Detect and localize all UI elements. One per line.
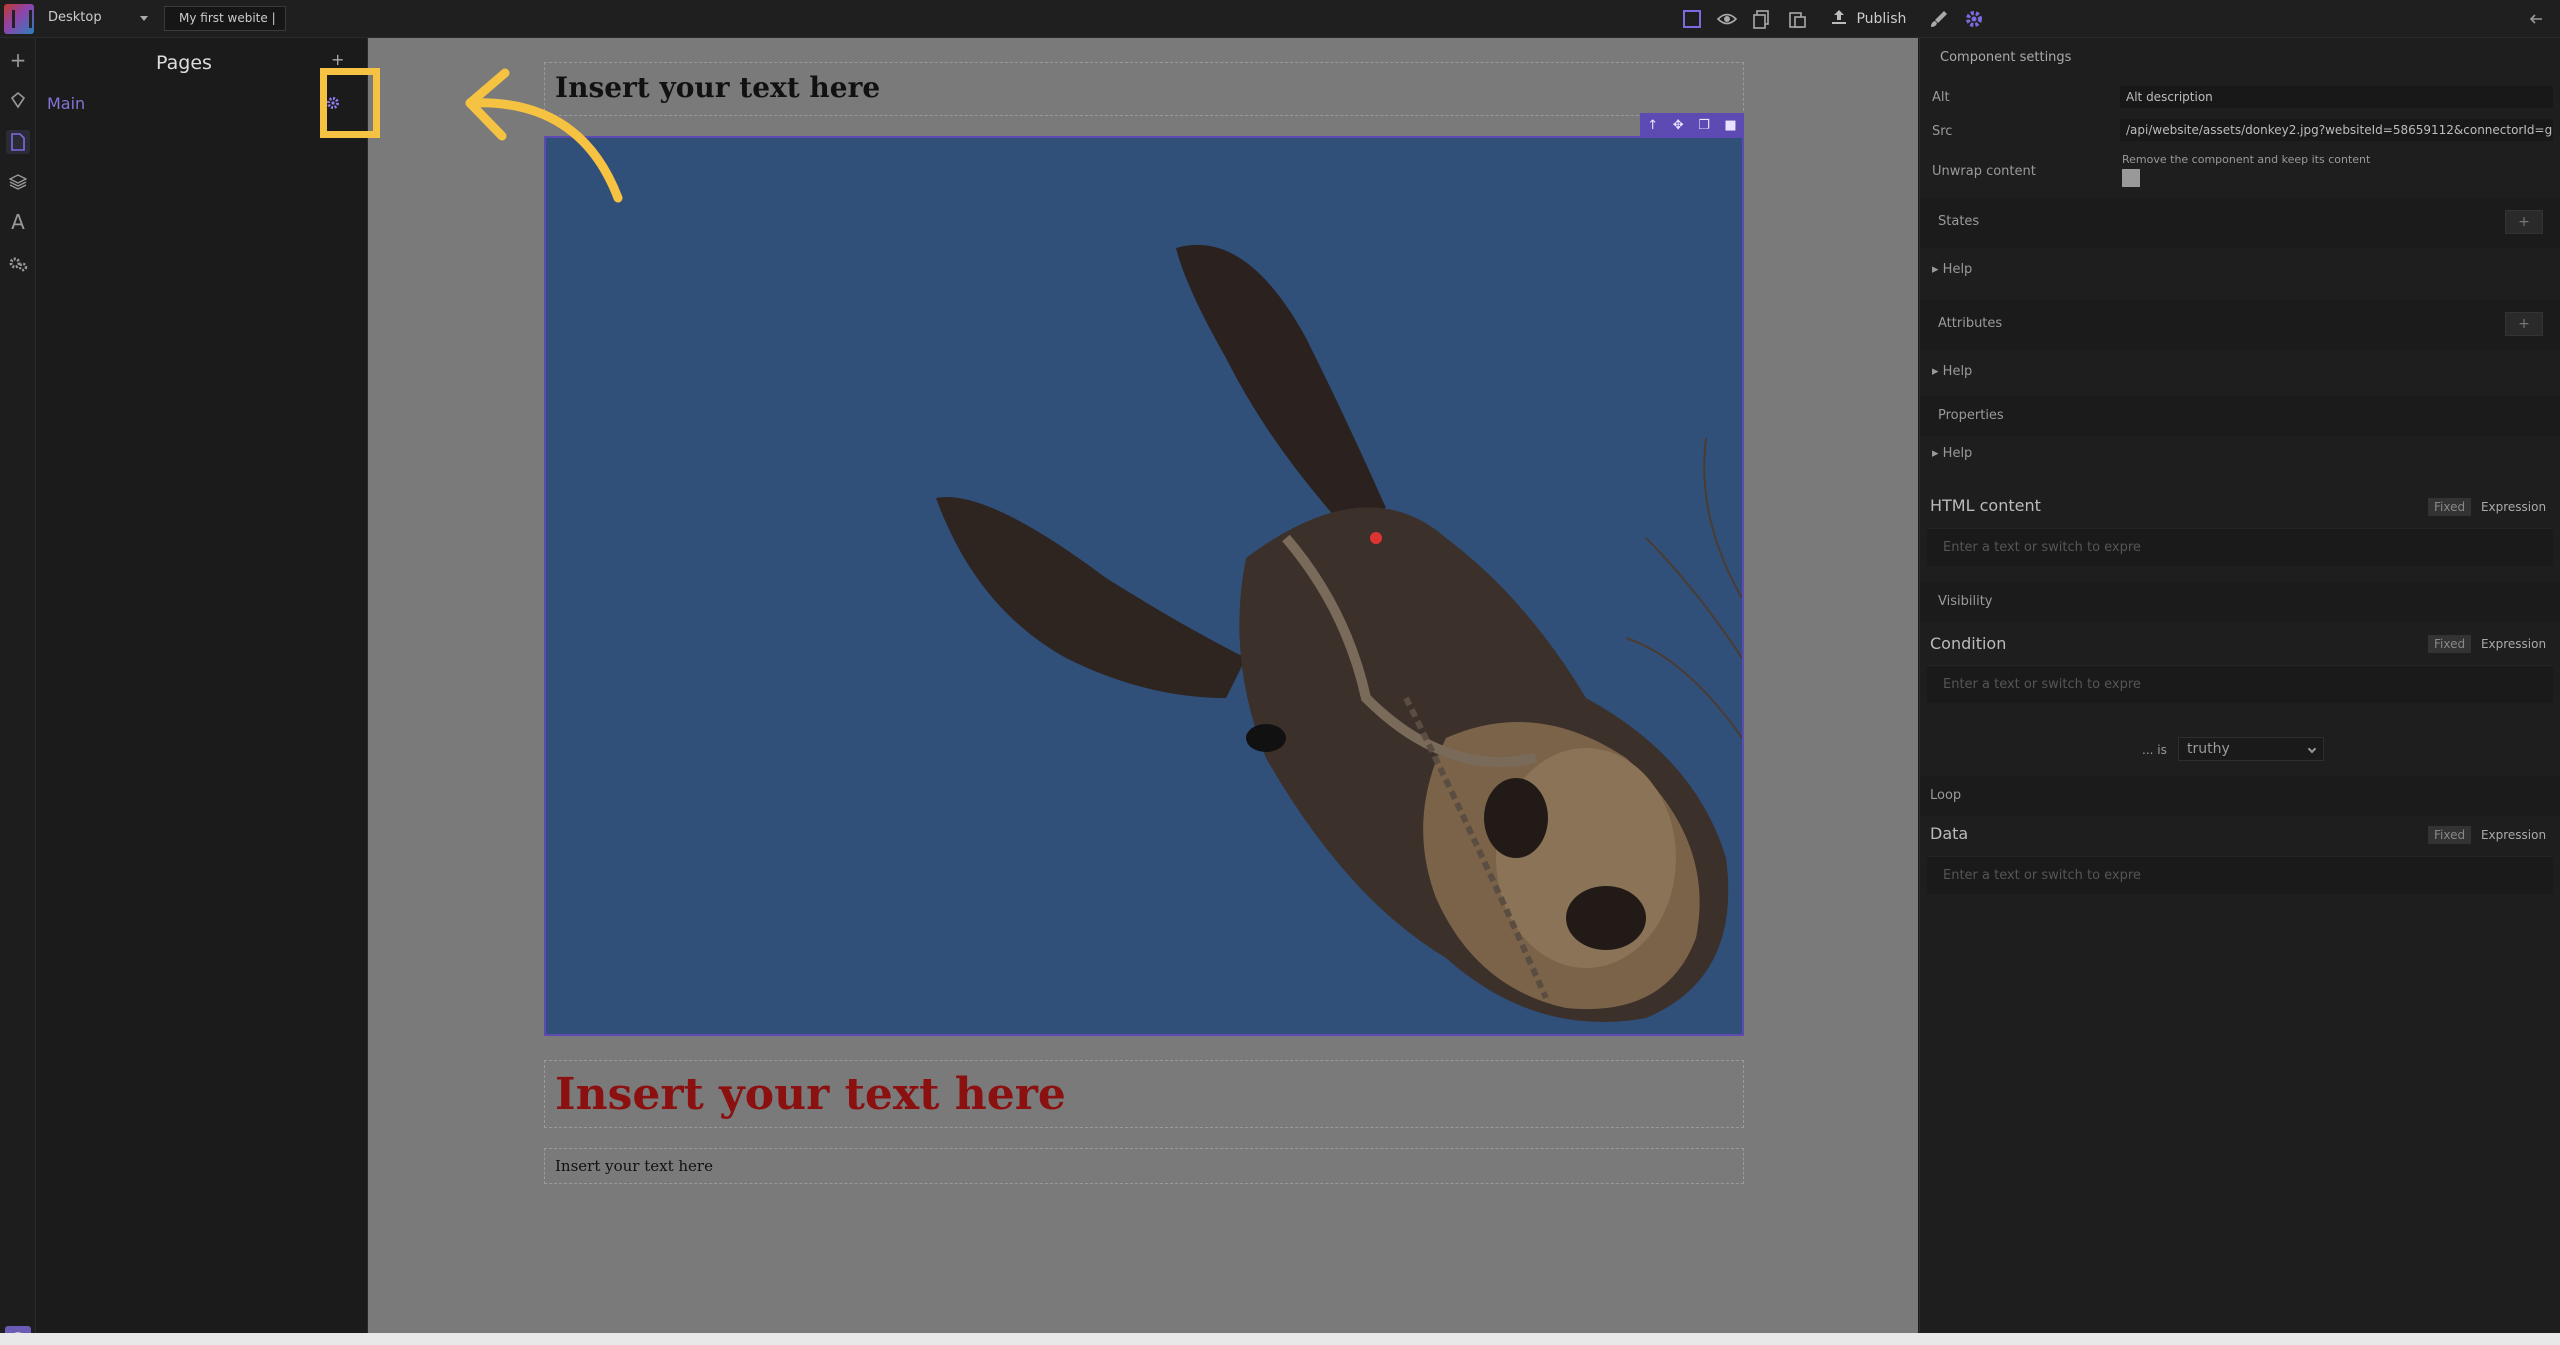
condition-input[interactable]: Enter a text or switch to expre [1927, 665, 2553, 703]
select-frame-icon[interactable] [1681, 8, 1703, 30]
attributes-label: Attributes [1938, 316, 2003, 331]
is-label: ... is [2142, 743, 2167, 757]
fixed-option[interactable]: Fixed [2428, 635, 2472, 653]
truthy-select-value: truthy [2187, 741, 2230, 757]
paragraph[interactable]: Insert your text here [544, 1148, 1744, 1184]
donkey-picture [546, 138, 1742, 1034]
delete-icon[interactable]: ■ [1724, 118, 1736, 133]
back-arrow-icon[interactable] [2526, 8, 2548, 30]
condition-label: Condition [1930, 634, 2007, 653]
layers-icon[interactable] [6, 170, 30, 194]
properties-label: Properties [1938, 408, 2004, 423]
html-content-mode-toggle[interactable]: Fixed Expression [2428, 498, 2552, 516]
paragraph-text: Insert your text here [555, 1157, 713, 1175]
unwrap-checkbox[interactable] [2122, 169, 2140, 187]
add-state-button[interactable]: + [2505, 210, 2543, 234]
donkey-image[interactable] [544, 136, 1744, 1036]
loop-section: Loop [1920, 776, 2560, 816]
loop-label: Loop [1930, 788, 1962, 803]
top-bar: Desktop My first webite | Publish [0, 0, 2560, 38]
alt-input[interactable]: Alt description [2120, 86, 2553, 108]
upload-icon [1832, 10, 1846, 24]
expression-option[interactable]: Expression [2475, 498, 2552, 516]
preview-eye-icon[interactable] [1716, 8, 1738, 30]
fixed-option[interactable]: Fixed [2428, 498, 2472, 516]
attributes-section: Attributes + [1920, 300, 2560, 350]
attributes-help-label: Help [1942, 364, 1973, 379]
symbols-diamond-icon[interactable] [6, 88, 30, 112]
bottom-strip [0, 1333, 2560, 1345]
device-select-value: Desktop [48, 10, 102, 25]
html-content-label: HTML content [1930, 496, 2041, 515]
left-icon-rail: + A [0, 38, 36, 1345]
website-name-input[interactable]: My first webite | [164, 6, 286, 31]
chevron-down-icon [2307, 744, 2317, 754]
chevron-down-icon [140, 16, 148, 21]
annotation-arrow [465, 68, 623, 203]
move-icon[interactable]: ✥ [1673, 118, 1684, 133]
properties-section: Properties [1920, 396, 2560, 436]
truthy-select[interactable]: truthy [2178, 737, 2324, 761]
data-input[interactable]: Enter a text or switch to expre [1927, 856, 2553, 894]
page-frame: Insert your text here ↑ ✥ ❐ ■ Insert you… [368, 38, 1918, 1333]
publish-label: Publish [1856, 11, 1907, 27]
states-help-toggle[interactable]: ▸ Help [1932, 262, 1972, 277]
expression-option[interactable]: Expression [2475, 635, 2552, 653]
add-attribute-button[interactable]: + [2505, 312, 2543, 336]
data-mode-toggle[interactable]: Fixed Expression [2428, 826, 2552, 844]
condition-mode-toggle[interactable]: Fixed Expression [2428, 635, 2552, 653]
settings-gear-icon[interactable] [1963, 8, 1985, 30]
visibility-label: Visibility [1938, 594, 1993, 609]
states-section: States + [1920, 198, 2560, 248]
paste-icon[interactable] [1786, 8, 1808, 30]
publish-button[interactable]: Publish [1830, 7, 1906, 31]
pages-panel: Pages + Main [37, 38, 368, 1333]
fonts-icon[interactable]: A [6, 210, 30, 234]
attributes-help-toggle[interactable]: ▸ Help [1932, 364, 1972, 379]
data-label: Data [1930, 824, 1969, 843]
html-content-input[interactable]: Enter a text or switch to expre [1927, 528, 2553, 566]
settings-panel: Component settings Alt Alt description S… [1919, 38, 2560, 1333]
properties-help-label: Help [1942, 446, 1973, 461]
style-brush-icon[interactable] [1928, 8, 1950, 30]
editor-canvas[interactable]: Insert your text here ↑ ✥ ❐ ■ Insert you… [368, 38, 1918, 1333]
site-settings-gears-icon[interactable] [6, 252, 30, 276]
select-parent-icon[interactable]: ↑ [1647, 118, 1658, 133]
src-input[interactable]: /api/website/assets/donkey2.jpg?websiteI… [2120, 119, 2553, 141]
unwrap-label: Unwrap content [1932, 164, 2036, 179]
pages-title: Pages [156, 52, 212, 74]
duplicate-icon[interactable]: ❐ [1698, 118, 1710, 133]
unwrap-description: Remove the component and keep its conten… [2122, 153, 2371, 166]
visibility-section: Visibility [1920, 582, 2560, 622]
copy-icon[interactable] [1750, 8, 1772, 30]
device-select[interactable]: Desktop [44, 6, 152, 30]
states-help-label: Help [1942, 262, 1973, 277]
states-label: States [1938, 214, 1980, 229]
page-item-main[interactable]: Main [47, 94, 85, 113]
component-toolbar: ↑ ✥ ❐ ■ [1640, 113, 1744, 137]
add-icon[interactable]: + [6, 48, 30, 72]
expression-option[interactable]: Expression [2475, 826, 2552, 844]
alt-label: Alt [1932, 90, 1950, 105]
src-label: Src [1932, 124, 1953, 139]
heading-2[interactable]: Insert your text here [544, 1060, 1744, 1128]
component-settings-title: Component settings [1940, 50, 2072, 65]
fixed-option[interactable]: Fixed [2428, 826, 2472, 844]
add-page-button[interactable]: + [331, 50, 344, 69]
pages-icon[interactable] [6, 130, 30, 154]
heading-2-text: Insert your text here [555, 1069, 1066, 1120]
app-logo [4, 4, 34, 34]
properties-help-toggle[interactable]: ▸ Help [1932, 446, 1972, 461]
annotation-highlight-box [320, 68, 380, 138]
heading-1[interactable]: Insert your text here [544, 62, 1744, 116]
